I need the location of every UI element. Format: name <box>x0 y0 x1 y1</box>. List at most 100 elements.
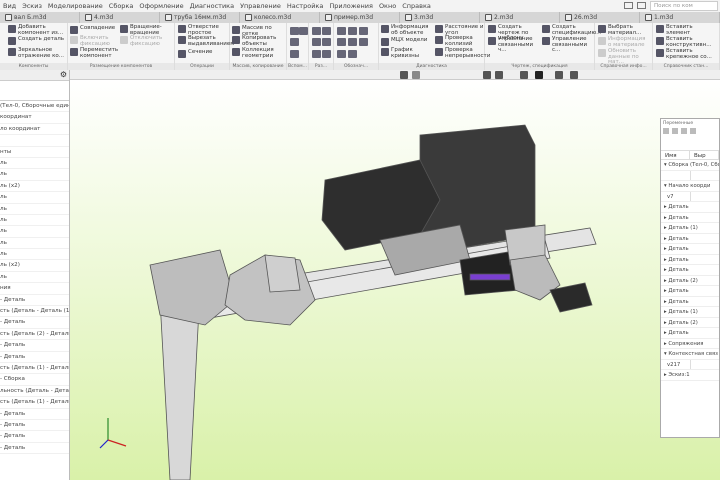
tree-item[interactable]: ль <box>0 249 69 261</box>
settings-icon[interactable] <box>570 71 578 79</box>
menu-item[interactable]: Сборка <box>109 2 134 10</box>
zoom-icon[interactable] <box>400 71 408 79</box>
coincidence-button[interactable]: Совпадение <box>70 25 115 34</box>
gear-icon[interactable]: ⚙ <box>60 70 67 79</box>
collision-check-button[interactable]: Проверка коллизий <box>435 35 480 47</box>
variable-value[interactable]: v7 <box>661 191 691 202</box>
variable-group[interactable]: ▸ Деталь <box>661 202 719 213</box>
add-component-button[interactable]: Добавить компонент из... <box>8 24 66 36</box>
menu-item[interactable]: Настройка <box>287 2 323 10</box>
tree-item[interactable]: ль <box>0 204 69 215</box>
material-info-button[interactable]: Информация о материале <box>598 36 650 48</box>
menu-item[interactable]: Справка <box>402 2 431 10</box>
tree-item[interactable]: ль <box>0 158 69 170</box>
tree-item[interactable]: ль <box>0 169 69 181</box>
filter-icon[interactable] <box>535 71 543 79</box>
variable-group[interactable]: ▸ Деталь (1) <box>661 223 719 234</box>
insert-element-button[interactable]: Вставить элемент <box>656 24 708 36</box>
tree-search-input[interactable] <box>0 89 69 101</box>
tree-item[interactable]: ль <box>0 192 69 204</box>
document-tab[interactable]: 4.m3d <box>80 12 160 23</box>
variable-row[interactable] <box>661 170 719 181</box>
section-view-icon[interactable] <box>520 71 528 79</box>
tree-item[interactable]: - Деталь <box>0 409 69 420</box>
window-layout-buttons[interactable] <box>624 2 646 9</box>
tree-item[interactable]: льность (Деталь - Детал <box>0 386 69 398</box>
linked-drawings-button[interactable]: Управление связанными ч... <box>488 36 540 54</box>
menu-item[interactable]: Управление <box>240 2 281 10</box>
create-part-button[interactable]: Создать деталь <box>8 36 64 45</box>
menu-item[interactable]: Вид <box>3 2 16 10</box>
tree-item[interactable]: сть (Деталь (2) - Деталь) <box>0 329 69 341</box>
object-info-button[interactable]: Информация об объекте <box>381 24 433 36</box>
menu-item[interactable]: Диагностика <box>190 2 234 10</box>
mass-properties-button[interactable]: МЦХ модели <box>381 37 427 46</box>
tree-item[interactable]: сть (Деталь (1) - Деталь) <box>0 397 69 409</box>
choose-material-button[interactable]: Выбрать материал... <box>598 24 650 36</box>
continuity-check-button[interactable]: Проверка непрерывности <box>435 47 490 59</box>
document-tab[interactable]: 26.m3d <box>560 12 640 23</box>
tree-item[interactable]: ль <box>0 226 69 238</box>
variable-group[interactable]: ▸ Деталь <box>661 255 719 265</box>
document-tab[interactable]: колесо.m3d <box>240 12 320 23</box>
render-icon[interactable] <box>555 71 563 79</box>
curvature-graph-button[interactable]: График кривизны <box>381 47 421 59</box>
variable-group[interactable]: ▸ Деталь <box>661 244 719 255</box>
tree-item[interactable]: сть (Деталь (1) - Деталь) <box>0 363 69 375</box>
mirror-button[interactable]: Зеркальное отражение ко... <box>8 47 66 59</box>
search-input[interactable]: Поиск по ком <box>650 1 718 11</box>
menu-item[interactable]: Приложения <box>329 2 373 10</box>
variable-group[interactable]: ▸ Деталь (1) <box>661 307 719 318</box>
variable-row[interactable]: v217 <box>661 359 719 370</box>
variable-group[interactable]: ▸ Деталь <box>661 213 719 223</box>
tree-item[interactable] <box>0 135 69 147</box>
document-tab[interactable]: 2.m3d <box>480 12 560 23</box>
tree-item[interactable]: сть (Деталь - Деталь (1)) <box>0 306 69 318</box>
tree-item[interactable]: ль (x2) <box>0 260 69 272</box>
tree-item[interactable]: - Деталь <box>0 443 69 455</box>
tree-item[interactable]: ль (x2) <box>0 181 69 193</box>
variable-group[interactable]: ▾ Контекстная связ <box>661 349 719 360</box>
linked-specs-button[interactable]: Управление связанными с... <box>542 36 594 54</box>
variable-group[interactable]: ▸ Деталь <box>661 234 719 244</box>
tree-item[interactable]: (Тел-0, Сборочные единиц <box>0 101 69 113</box>
tree-item[interactable]: - Деталь <box>0 295 69 307</box>
variable-group[interactable]: ▸ Деталь <box>661 265 719 276</box>
tree-item[interactable]: ло координат <box>0 124 69 136</box>
variable-value[interactable] <box>661 170 691 181</box>
variable-group[interactable]: ▸ Деталь <box>661 297 719 307</box>
extrude-cut-button[interactable]: Вырезать выдавливанием <box>178 35 234 47</box>
orientation-icon[interactable] <box>483 71 491 79</box>
display-mode-icon[interactable] <box>495 71 503 79</box>
menu-item[interactable]: Окно <box>379 2 396 10</box>
tree-item[interactable]: ль <box>0 272 69 284</box>
document-tab[interactable]: труба 16мм.m3d <box>160 12 240 23</box>
menu-item[interactable]: Оформление <box>139 2 183 10</box>
copy-objects-button[interactable]: Копировать объекты <box>232 35 284 47</box>
tree-item[interactable]: - Деталь <box>0 431 69 443</box>
section-button[interactable]: Сечение <box>178 49 212 58</box>
variable-group[interactable]: ▸ Деталь <box>661 328 719 339</box>
variable-row[interactable]: v7 <box>661 191 719 202</box>
tree-item[interactable]: нты <box>0 147 69 158</box>
tree-item[interactable]: - Деталь <box>0 317 69 329</box>
variable-value[interactable]: v217 <box>661 359 691 370</box>
move-component-button[interactable]: Переместить компонент <box>70 47 118 59</box>
tree-item[interactable]: ния <box>0 283 69 295</box>
document-tab[interactable]: 3.m3d <box>400 12 480 23</box>
menu-item[interactable]: Эскиз <box>22 2 42 10</box>
fix-on-button[interactable]: Включить фиксацию <box>70 35 110 47</box>
variable-group[interactable]: ▸ Эскиз:1 <box>661 370 719 381</box>
variable-group[interactable]: ▸ Деталь (2) <box>661 276 719 286</box>
insert-fastener-button[interactable]: Вставить крепежное со... <box>656 48 716 60</box>
tree-item[interactable]: ль <box>0 238 69 250</box>
variable-group[interactable]: ▾ Сборка (Тел-0, Сбо <box>661 160 719 171</box>
tree-item[interactable]: - Сборка <box>0 374 69 386</box>
insert-construct-button[interactable]: Вставить конструктивн... <box>656 36 716 48</box>
create-spec-button[interactable]: Создать спецификацию... <box>542 24 601 36</box>
document-tab[interactable]: вал Б.m3d <box>0 12 80 23</box>
variable-group[interactable]: ▸ Деталь (2) <box>661 318 719 328</box>
document-tab[interactable]: 1.m3d <box>640 12 720 23</box>
variable-group[interactable]: ▸ Деталь <box>661 286 719 297</box>
geometry-collection-button[interactable]: Коллекция геометрии <box>232 47 284 59</box>
